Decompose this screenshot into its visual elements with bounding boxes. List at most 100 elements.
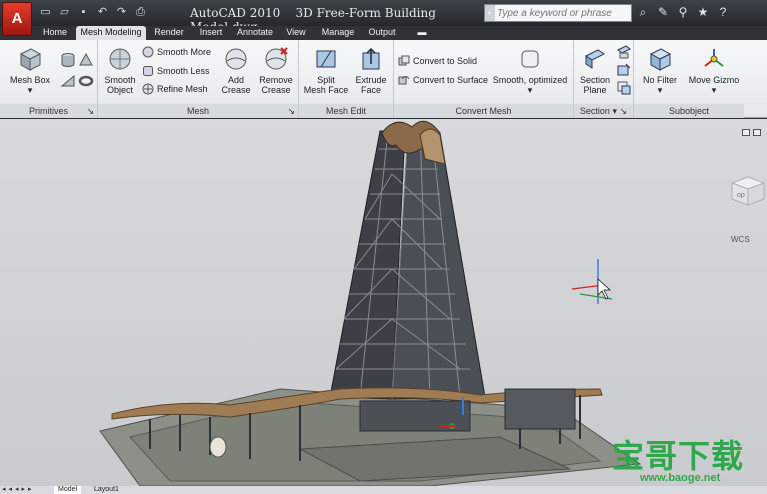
tab-render[interactable]: Render [148, 26, 190, 40]
print-icon[interactable]: ⎙ [133, 5, 148, 19]
tab-view[interactable]: View [280, 26, 312, 40]
extrude-face-button[interactable]: Extrude Face [351, 46, 391, 95]
favorites-icon[interactable]: ★ [696, 5, 710, 20]
move-gizmo-icon [704, 49, 724, 67]
watermark-url: www.baoge.net [640, 472, 721, 484]
panel-title-primitives[interactable]: Primitives ↘ [0, 104, 97, 118]
generate-section-icon[interactable] [616, 80, 632, 96]
no-filter-dropdown[interactable]: No Filter ▾ [638, 46, 682, 95]
panel-title-convert-mesh[interactable]: Convert Mesh [394, 104, 573, 118]
maximize-viewport-icon[interactable] [753, 129, 761, 136]
mesh-torus-icon[interactable] [78, 72, 94, 88]
smooth-less-icon [143, 66, 153, 76]
dropdown-arrow-icon: ▾ [527, 85, 533, 95]
ribbon-toggle-icon[interactable]: ▬ [410, 26, 434, 40]
remove-crease-button[interactable]: Remove Crease [256, 46, 296, 95]
viewcube[interactable]: op [728, 171, 766, 207]
smooth-less-button[interactable]: Smooth Less [142, 65, 210, 77]
smooth-optimized-dropdown[interactable]: Smooth, optimized ▾ [490, 46, 570, 95]
panel-subobject: No Filter ▾ Move Gizmo ▾ Subobject [634, 40, 744, 118]
convert-to-surface-button[interactable]: Convert to Surface [398, 74, 488, 86]
undo-icon[interactable]: ↶ [95, 5, 110, 19]
panel-title-mesh[interactable]: Mesh ↘ [98, 104, 298, 118]
convert-to-solid-button[interactable]: Convert to Solid [398, 55, 477, 67]
help-icon[interactable]: ? [716, 5, 730, 20]
ucs-crosshair [571, 259, 613, 304]
launcher-icon[interactable]: ↘ [287, 104, 295, 118]
remove-crease-icon [265, 47, 288, 70]
refine-mesh-icon [142, 83, 154, 95]
ribbon: Mesh Box ▾ Primitives ↘ Smooth Object Sm… [0, 40, 767, 118]
convert-solid-icon [398, 55, 410, 66]
search-input[interactable] [497, 6, 629, 20]
convert-surface-icon [398, 76, 410, 85]
search-expand-icon[interactable]: ▸ [485, 5, 495, 21]
open-icon[interactable]: ▱ [57, 5, 72, 19]
section-plane-icon [585, 49, 605, 69]
smooth-more-icon [142, 46, 154, 58]
launcher-icon[interactable]: ↘ [620, 106, 628, 116]
smooth-object-button[interactable]: Smooth Object [102, 46, 138, 95]
extrude-face-icon [362, 47, 380, 70]
mesh-box-icon [19, 48, 42, 71]
move-gizmo-dropdown[interactable]: Move Gizmo ▾ [686, 46, 742, 95]
mesh-cylinder-icon[interactable] [60, 52, 76, 68]
panel-title-mesh-edit[interactable]: Mesh Edit [299, 104, 393, 118]
panel-title-section[interactable]: Section ▾ ↘ [574, 104, 633, 118]
subscription-icon[interactable]: ✎ [656, 5, 670, 20]
smooth-more-button[interactable]: Smooth More [142, 46, 211, 58]
mesh-box-button[interactable]: Mesh Box ▾ [6, 46, 54, 95]
dropdown-arrow-icon: ▾ [612, 106, 617, 116]
add-crease-icon [225, 48, 247, 70]
new-icon[interactable]: ▭ [38, 5, 53, 19]
tab-insert[interactable]: Insert [192, 26, 230, 40]
panel-title-subobject[interactable]: Subobject [634, 104, 744, 118]
tab-home[interactable]: Home [36, 26, 74, 40]
tab-output[interactable]: Output [362, 26, 402, 40]
redo-icon[interactable]: ↷ [114, 5, 129, 19]
minimize-viewport-icon[interactable] [742, 129, 750, 136]
dropdown-arrow-icon: ▾ [27, 85, 33, 95]
tab-annotate[interactable]: Annotate [232, 26, 278, 40]
smooth-optimized-icon [521, 50, 539, 68]
mesh-cone-icon[interactable] [78, 52, 94, 68]
layout-nav-icons[interactable]: ◂◂◂▸▸ [2, 486, 35, 494]
binoculars-icon[interactable]: ⌕ [636, 5, 650, 20]
viewport-controls [742, 129, 761, 136]
dropdown-arrow-icon: ▾ [711, 85, 717, 95]
dropdown-arrow-icon: ▾ [657, 85, 663, 95]
smooth-object-icon [109, 48, 131, 70]
quick-access-toolbar: ▭ ▱ ▪ ↶ ↷ ⎙ [38, 5, 148, 19]
add-crease-button[interactable]: Add Crease [218, 46, 254, 95]
split-mesh-face-button[interactable]: Split Mesh Face [303, 46, 349, 95]
split-face-icon [316, 50, 336, 68]
section-add-jog-icon[interactable] [616, 62, 632, 78]
search-box: ▸ [484, 4, 632, 22]
no-filter-icon [649, 48, 672, 71]
app-name: AutoCAD 2010 [190, 6, 281, 20]
layout-tab-bar: ◂◂◂▸▸ Model Layout1 [0, 486, 767, 494]
title-bar: A ▭ ▱ ▪ ↶ ↷ ⎙ AutoCAD 2010 3D Free-Form … [0, 0, 767, 36]
panel-mesh-edit: Split Mesh Face Extrude Face Mesh Edit [299, 40, 394, 118]
panel-mesh: Smooth Object Smooth More Smooth Less Re… [98, 40, 299, 118]
launcher-icon[interactable]: ↘ [86, 104, 94, 118]
save-icon[interactable]: ▪ [76, 5, 91, 19]
tab-layout1[interactable]: Layout1 [90, 486, 123, 494]
viewcube-face-label: op [737, 192, 745, 199]
infocenter-toolbar: ⌕ ✎ ⚲ ★ ? [636, 5, 730, 20]
application-menu-button[interactable]: A [2, 2, 32, 36]
tab-model[interactable]: Model [54, 486, 82, 494]
live-section-icon[interactable] [616, 44, 632, 60]
watermark-text: 宝哥下载 [612, 437, 745, 475]
mesh-wedge-icon[interactable] [60, 72, 76, 88]
tab-mesh-modeling[interactable]: Mesh Modeling [76, 26, 146, 40]
tab-manage[interactable]: Manage [316, 26, 360, 40]
section-plane-button[interactable]: Section Plane [576, 46, 614, 95]
communication-icon[interactable]: ⚲ [676, 5, 690, 20]
refine-mesh-button[interactable]: Refine Mesh [142, 83, 208, 95]
wcs-menu[interactable]: WCS [731, 235, 750, 244]
panel-primitives: Mesh Box ▾ Primitives ↘ [0, 40, 98, 118]
panel-section: Section Plane Section ▾ ↘ [574, 40, 634, 118]
panel-convert-mesh: Convert to Solid Convert to Surface Smoo… [394, 40, 574, 118]
ribbon-tab-bar: Home Mesh Modeling Render Insert Annotat… [0, 26, 767, 40]
